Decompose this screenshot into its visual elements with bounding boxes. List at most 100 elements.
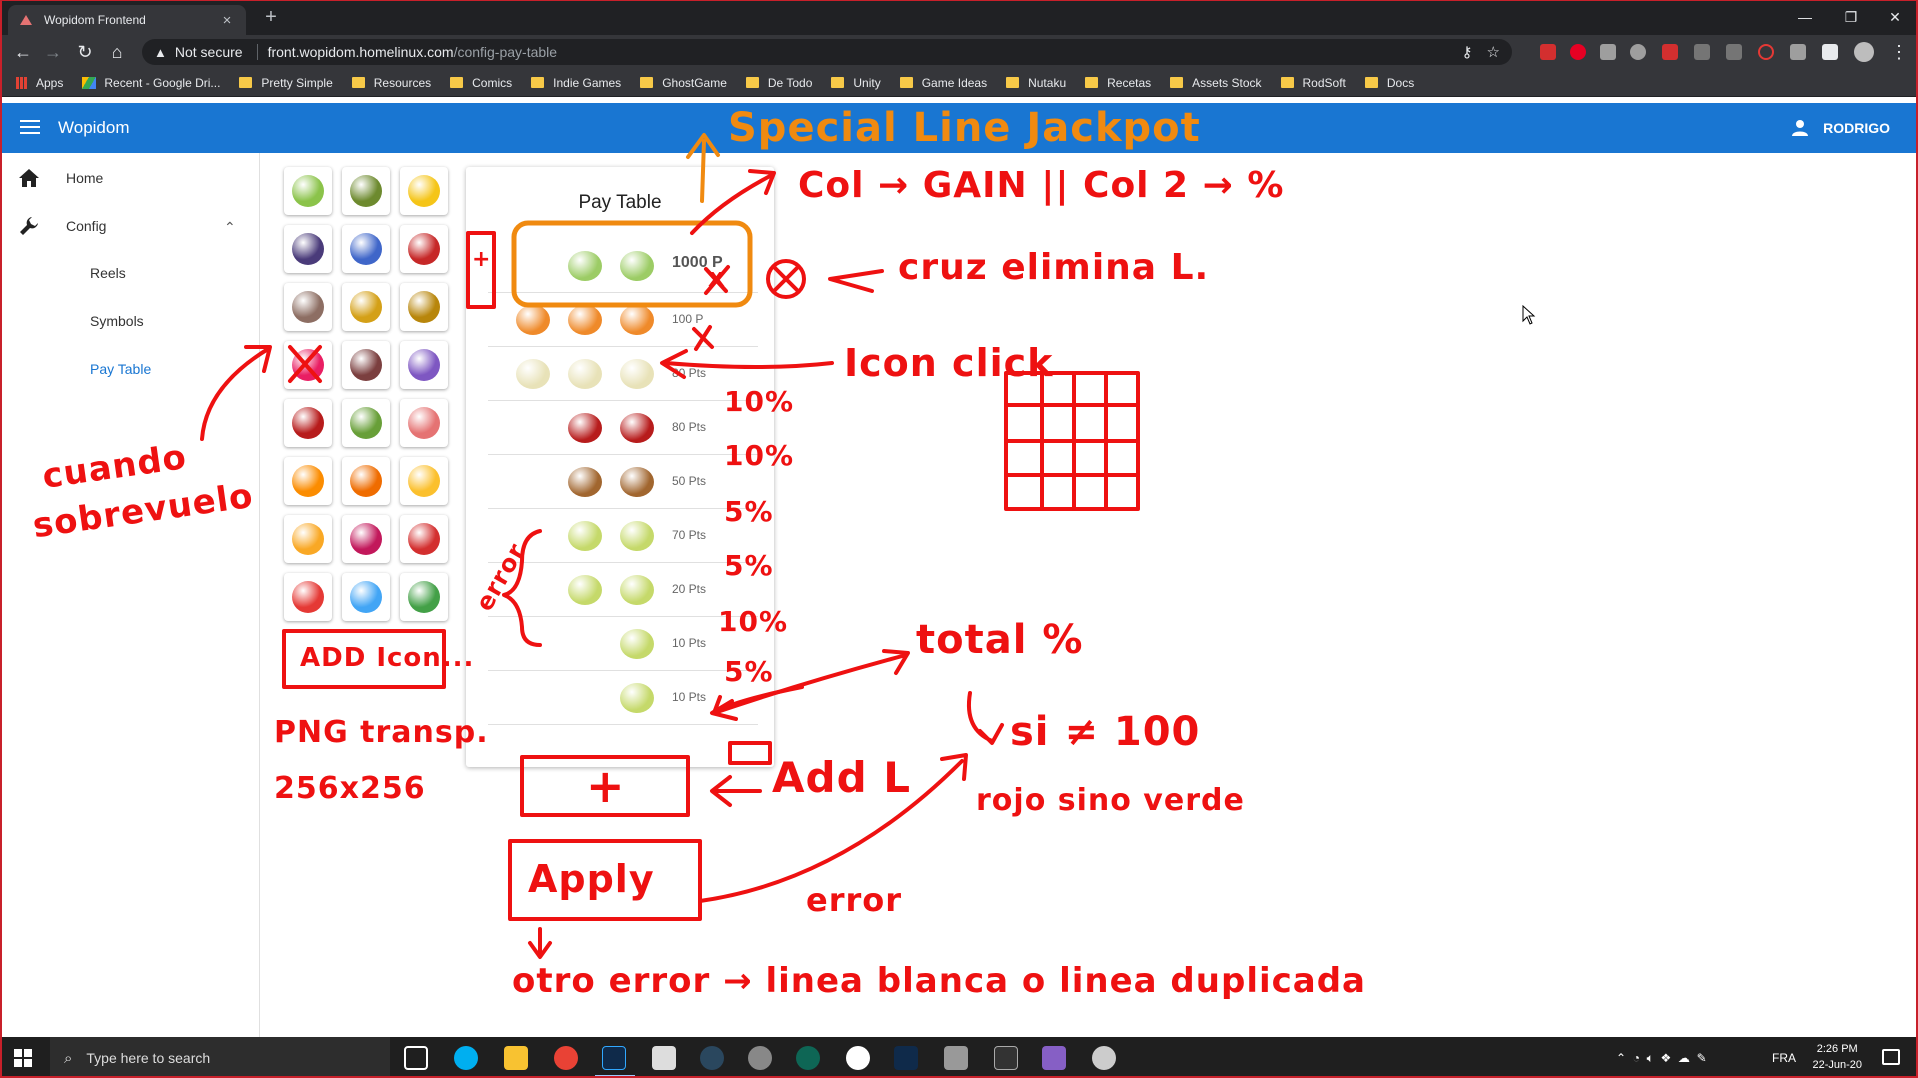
chevron-up-icon[interactable]: ⌃	[224, 219, 236, 236]
windows-start-icon[interactable]	[14, 1049, 32, 1067]
egg-icon[interactable]	[568, 359, 602, 389]
plate-icon[interactable]	[620, 575, 654, 605]
bookmark-item[interactable]: Unity	[831, 76, 881, 90]
photoshop-2-icon[interactable]	[894, 1046, 918, 1070]
sidebar-item-config[interactable]: Config	[18, 215, 106, 237]
skype-icon[interactable]	[454, 1046, 478, 1070]
bookmark-item[interactable]: Recent - Google Dri...	[82, 76, 220, 90]
symbol-tile[interactable]	[342, 283, 390, 331]
pay-table-row[interactable]: 50 Pts	[488, 455, 758, 509]
tray-icons[interactable]: ⌃ ◔ 🔈︎ ❖ ☁ ✎	[1616, 1037, 1707, 1076]
forward-button[interactable]: →	[40, 40, 66, 64]
visual-studio-icon[interactable]	[1042, 1046, 1066, 1070]
puzzle-icon[interactable]	[1822, 44, 1838, 60]
bookmark-item[interactable]: Recetas	[1085, 76, 1151, 90]
clock[interactable]: 2:26 PM 22-Jun-20	[1812, 1041, 1862, 1073]
app-shield-icon[interactable]	[1092, 1046, 1116, 1070]
bookmark-item[interactable]: Nutaku	[1006, 76, 1066, 90]
star-icon[interactable]: ☆	[1487, 43, 1500, 61]
notification-icon[interactable]	[1882, 1049, 1900, 1065]
bookmark-item[interactable]: Resources	[351, 76, 431, 90]
berries-icon[interactable]	[568, 413, 602, 443]
symbol-tile[interactable]	[400, 399, 448, 447]
symbol-tile[interactable]	[342, 399, 390, 447]
apple-icon[interactable]	[568, 251, 602, 281]
plate-icon[interactable]	[568, 521, 602, 551]
pay-table-row[interactable]: 10 Pts	[488, 671, 758, 725]
hamburger-menu-icon[interactable]	[20, 117, 40, 137]
symbol-tile[interactable]	[284, 515, 332, 563]
taskbar-search[interactable]: ⌕ Type here to search	[50, 1037, 390, 1076]
steam-icon[interactable]	[700, 1046, 724, 1070]
task-view-icon[interactable]	[404, 1046, 428, 1070]
language-indicator[interactable]: FRA	[1772, 1037, 1796, 1076]
symbol-tile[interactable]	[400, 515, 448, 563]
bookmark-item[interactable]: RodSoft	[1280, 76, 1346, 90]
bookmark-item[interactable]: GhostGame	[640, 76, 727, 90]
extension-drive-icon[interactable]	[1630, 44, 1646, 60]
mushroom-icon[interactable]	[568, 467, 602, 497]
plate-icon[interactable]	[620, 683, 654, 713]
bookmark-item[interactable]: Docs	[1364, 76, 1414, 90]
reload-button[interactable]: ↻	[72, 40, 98, 64]
pay-table-row[interactable]: 80 Pts	[488, 401, 758, 455]
pinterest-icon[interactable]	[1570, 44, 1586, 60]
close-window-button[interactable]: ✕	[1872, 3, 1916, 31]
symbol-tile[interactable]	[284, 457, 332, 505]
symbol-tile[interactable]	[400, 573, 448, 621]
plate-icon[interactable]	[568, 575, 602, 605]
bookmark-item[interactable]: Pretty Simple	[239, 76, 333, 90]
apple-icon[interactable]	[620, 251, 654, 281]
symbol-tile[interactable]	[284, 573, 332, 621]
bookmark-item[interactable]: Comics	[450, 76, 512, 90]
symbol-tile[interactable]	[342, 515, 390, 563]
app-w-icon[interactable]	[846, 1046, 870, 1070]
home-button[interactable]: ⌂	[104, 40, 130, 64]
profile-avatar[interactable]	[1854, 42, 1874, 62]
bookmark-item[interactable]: De Todo	[745, 76, 812, 90]
sidebar-item-symbols[interactable]: Symbols	[90, 313, 144, 329]
extension-shield-icon[interactable]	[1600, 44, 1616, 60]
chrome-icon[interactable]	[554, 1046, 578, 1070]
file-explorer-icon[interactable]	[504, 1046, 528, 1070]
minimize-button[interactable]: —	[1782, 3, 1828, 31]
mushroom-icon[interactable]	[620, 467, 654, 497]
symbol-tile[interactable]	[400, 167, 448, 215]
app-circle-icon[interactable]	[748, 1046, 772, 1070]
symbol-tile[interactable]	[342, 457, 390, 505]
symbol-tile[interactable]	[342, 341, 390, 389]
photoshop-icon[interactable]	[595, 1046, 635, 1076]
pay-table-row[interactable]: 80 Pts	[488, 347, 758, 401]
pay-table-row[interactable]: 100 P	[488, 293, 758, 347]
app-green-icon[interactable]	[796, 1046, 820, 1070]
plate-icon[interactable]	[620, 629, 654, 659]
plate-icon[interactable]	[620, 521, 654, 551]
bookmark-item[interactable]: Apps	[16, 76, 63, 90]
app-gray-icon[interactable]	[944, 1046, 968, 1070]
berries-icon[interactable]	[620, 413, 654, 443]
extension-s-icon[interactable]	[1726, 44, 1742, 60]
menu-icon[interactable]: ⋮	[1886, 40, 1912, 64]
restore-button[interactable]: ❐	[1828, 3, 1874, 31]
sidebar-item-home[interactable]: Home	[18, 167, 103, 189]
egg-icon[interactable]	[516, 359, 550, 389]
new-tab-button[interactable]: +	[258, 6, 284, 29]
symbol-tile[interactable]	[284, 283, 332, 331]
symbol-tile[interactable]	[400, 341, 448, 389]
sidebar-item-pay-table[interactable]: Pay Table	[90, 361, 151, 377]
egg-icon[interactable]	[620, 359, 654, 389]
cat-icon[interactable]	[568, 305, 602, 335]
symbol-tile[interactable]	[284, 167, 332, 215]
symbol-tile[interactable]	[342, 573, 390, 621]
symbol-tile[interactable]	[284, 225, 332, 273]
cat-icon[interactable]	[516, 305, 550, 335]
address-bar[interactable]: ▲ Not secure front.wopidom.homelinux.com…	[142, 39, 1512, 65]
symbol-tile[interactable]	[342, 225, 390, 273]
block-icon[interactable]	[1758, 44, 1774, 60]
tab-close-icon[interactable]: ×	[218, 12, 236, 29]
symbol-tile[interactable]	[400, 225, 448, 273]
bookmark-item[interactable]: Indie Games	[531, 76, 621, 90]
bookmark-item[interactable]: Assets Stock	[1170, 76, 1262, 90]
bookmark-item[interactable]: Game Ideas	[899, 76, 987, 90]
key-icon[interactable]: ⚷	[1462, 43, 1473, 61]
